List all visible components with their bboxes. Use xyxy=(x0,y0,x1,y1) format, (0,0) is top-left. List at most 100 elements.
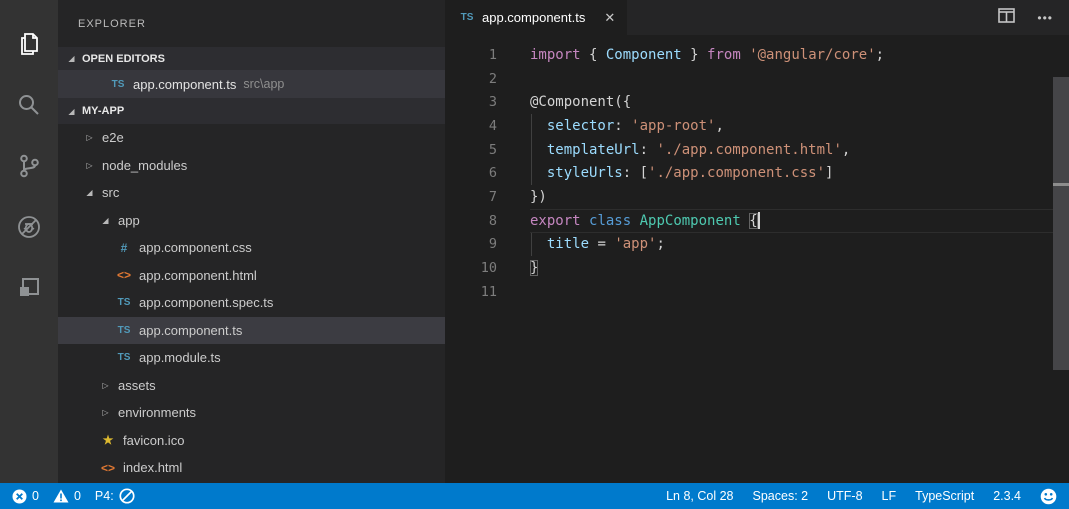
code-token: Component xyxy=(606,47,682,63)
code-line-4[interactable]: 4 selector: 'app-root', xyxy=(445,114,1069,138)
problems-warnings[interactable]: 0 xyxy=(53,489,81,503)
code-token xyxy=(631,213,639,229)
code-line-10[interactable]: 10} xyxy=(445,256,1069,280)
code-line-9[interactable]: 9 title = 'app'; xyxy=(445,233,1069,257)
chevron-expanded-icon: ◢ xyxy=(84,188,95,197)
tree-item-label: environments xyxy=(118,405,196,420)
code-token: templateUrl xyxy=(547,142,640,158)
line-number[interactable]: 6 xyxy=(445,165,530,181)
code-line-7[interactable]: 7}) xyxy=(445,185,1069,209)
line-content xyxy=(530,67,1069,91)
tree-item-e2e[interactable]: ▷ e2e xyxy=(58,124,445,152)
split-editor-icon[interactable] xyxy=(998,8,1015,28)
perforce-status[interactable]: P4: xyxy=(95,488,135,504)
chevron-collapsed-icon: ▷ xyxy=(84,133,95,142)
debug-icon[interactable] xyxy=(0,196,58,257)
line-number[interactable]: 9 xyxy=(445,236,530,252)
code-token: ; xyxy=(876,47,884,63)
project-header[interactable]: ◢ MY-APP xyxy=(58,98,445,124)
code-token: selector xyxy=(547,118,614,134)
code-line-5[interactable]: 5 templateUrl: './app.component.html', xyxy=(445,138,1069,162)
line-number[interactable]: 10 xyxy=(445,260,530,276)
code-editor[interactable]: 1import { Component } from '@angular/cor… xyxy=(445,35,1069,483)
code-token: './app.component.css' xyxy=(648,165,825,181)
tree-item-label: app.component.ts xyxy=(139,323,242,338)
line-number[interactable]: 3 xyxy=(445,94,530,110)
line-number[interactable]: 7 xyxy=(445,189,530,205)
close-tab-icon[interactable]: ✕ xyxy=(604,10,615,26)
tree-item-app.component.ts[interactable]: TSapp.component.ts xyxy=(58,317,445,345)
code-line-11[interactable]: 11 xyxy=(445,280,1069,304)
line-number[interactable]: 5 xyxy=(445,142,530,158)
code-token: AppComponent xyxy=(640,213,741,229)
line-number[interactable]: 4 xyxy=(445,118,530,134)
code-token: styleUrls xyxy=(547,165,623,181)
file-tree: ▷ e2e ▷node_modules ◢ src ◢app#app.component.… xyxy=(58,124,445,483)
code-lines: 1import { Component } from '@angular/cor… xyxy=(445,43,1069,304)
problems-errors[interactable]: 0 xyxy=(12,489,39,504)
scrollbar-slider[interactable] xyxy=(1053,77,1069,370)
feedback-smiley-icon[interactable] xyxy=(1040,488,1057,505)
editor-scrollbar xyxy=(1053,70,1069,483)
tree-item-app.component.css[interactable]: #app.component.css xyxy=(58,234,445,262)
tree-item-src[interactable]: ◢ src xyxy=(58,179,445,207)
more-actions-icon[interactable]: ••• xyxy=(1037,11,1053,25)
html-file-icon: <> xyxy=(116,268,132,282)
explorer-icon[interactable] xyxy=(0,13,58,74)
extensions-icon[interactable] xyxy=(0,257,58,318)
chevron-expanded-icon: ◢ xyxy=(66,54,77,63)
tree-item-app.component.html[interactable]: <> app.component.html xyxy=(58,262,445,290)
code-token: : xyxy=(614,118,631,134)
tree-item-label: src xyxy=(102,185,119,200)
language-mode[interactable]: TypeScript xyxy=(915,489,974,503)
sidebar-title: EXPLORER xyxy=(58,0,445,47)
code-token: title xyxy=(547,236,589,252)
tree-item-app.component.spec.ts[interactable]: TSapp.component.spec.ts xyxy=(58,289,445,317)
line-content: selector: 'app-root', xyxy=(530,114,1069,138)
text-cursor xyxy=(758,212,760,229)
line-number[interactable]: 2 xyxy=(445,71,530,87)
open-editors-header[interactable]: ◢ OPEN EDITORS xyxy=(58,47,445,70)
encoding[interactable]: UTF-8 xyxy=(827,489,862,503)
code-line-8[interactable]: 8export class AppComponent { xyxy=(445,209,1069,233)
code-token: './app.component.html' xyxy=(656,142,841,158)
code-token: export xyxy=(530,213,581,229)
editor-actions: ••• xyxy=(998,0,1069,35)
line-number[interactable]: 11 xyxy=(445,284,530,300)
indent-guide xyxy=(531,138,532,162)
open-editor-item[interactable]: TS app.component.ts src\app xyxy=(58,70,445,98)
tree-item-index.html[interactable]: <>index.html xyxy=(58,454,445,482)
warning-icon xyxy=(53,489,69,503)
main-row: EXPLORER ◢ OPEN EDITORS TS app.component… xyxy=(0,0,1069,483)
status-right: Ln 8, Col 28 Spaces: 2 UTF-8 LF TypeScri… xyxy=(666,488,1057,505)
search-icon[interactable] xyxy=(0,74,58,135)
tree-item-label: app.module.ts xyxy=(139,350,221,365)
chevron-collapsed-icon: ▷ xyxy=(100,408,111,417)
indent-guide xyxy=(531,233,532,257)
indentation[interactable]: Spaces: 2 xyxy=(753,489,809,503)
tree-item-label: app.component.html xyxy=(139,268,257,283)
tree-item-label: e2e xyxy=(102,130,124,145)
line-number[interactable]: 8 xyxy=(445,213,530,229)
tree-item-environments[interactable]: ▷ environments xyxy=(58,399,445,427)
cursor-position[interactable]: Ln 8, Col 28 xyxy=(666,489,733,503)
typescript-version[interactable]: 2.3.4 xyxy=(993,489,1021,503)
source-control-icon[interactable] xyxy=(0,135,58,196)
tree-item-favicon.ico[interactable]: ★favicon.ico xyxy=(58,427,445,455)
tree-item-app.module.ts[interactable]: TSapp.module.ts xyxy=(58,344,445,372)
eol-sequence[interactable]: LF xyxy=(882,489,897,503)
code-token: from xyxy=(707,47,741,63)
tree-item-node_modules[interactable]: ▷node_modules xyxy=(58,152,445,180)
warning-count: 0 xyxy=(74,489,81,503)
code-token: { xyxy=(581,47,606,63)
code-line-2[interactable]: 2 xyxy=(445,67,1069,91)
tree-item-app[interactable]: ◢app xyxy=(58,207,445,235)
line-number[interactable]: 1 xyxy=(445,47,530,63)
vscode-window: EXPLORER ◢ OPEN EDITORS TS app.component… xyxy=(0,0,1069,509)
code-line-3[interactable]: 3@Component({ xyxy=(445,90,1069,114)
tree-item-assets[interactable]: ▷assets xyxy=(58,372,445,400)
tab-app-component-ts[interactable]: TS app.component.ts ✕ xyxy=(445,0,627,35)
code-line-6[interactable]: 6 styleUrls: ['./app.component.css'] xyxy=(445,161,1069,185)
line-content: styleUrls: ['./app.component.css'] xyxy=(530,161,1069,185)
code-line-1[interactable]: 1import { Component } from '@angular/cor… xyxy=(445,43,1069,67)
